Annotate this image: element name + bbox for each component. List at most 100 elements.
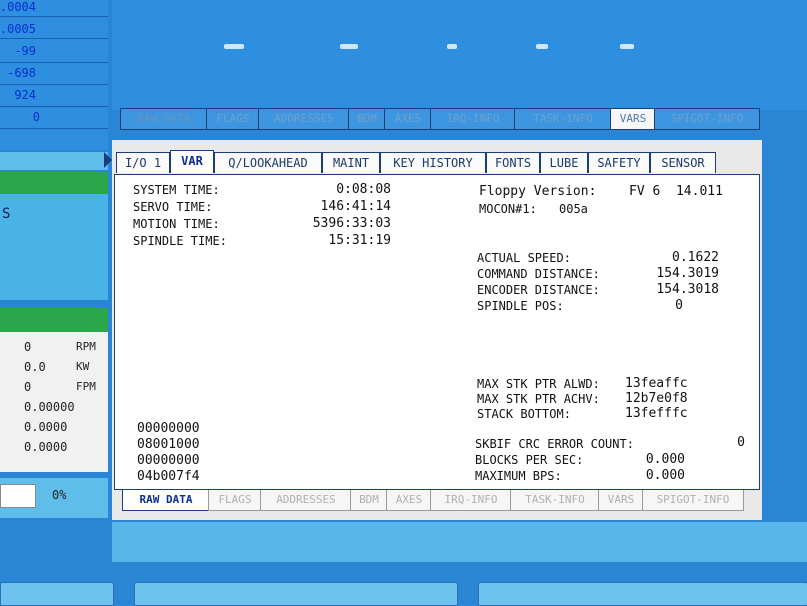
position-value: 0.0005 xyxy=(0,22,36,36)
var-info-panel: SYSTEM TIME: 0:08:08 SERVO TIME: 146:41:… xyxy=(114,174,760,490)
divider xyxy=(0,128,108,129)
main-tab-bar: I/O 1 VAR Q/LOOKAHEAD MAINT KEY HISTORY … xyxy=(112,150,762,176)
spindle-value: 0.0000 xyxy=(24,420,68,434)
tab-arrow-icon[interactable] xyxy=(104,152,112,168)
bottom-info-strip xyxy=(112,522,807,562)
skbif-crc-error-label: SKBIF CRC ERROR COUNT: xyxy=(475,437,634,451)
tab-vars-top[interactable]: VARS xyxy=(610,108,656,130)
hex-value: 00000000 xyxy=(137,453,200,468)
tab-io-1[interactable]: I/O 1 xyxy=(116,152,170,173)
tab-raw-data[interactable]: RAW DATA xyxy=(122,490,210,511)
tab-lube[interactable]: LUBE xyxy=(540,152,588,173)
tab-irq-info[interactable]: IRQ-INFO xyxy=(430,490,512,511)
tab-axes[interactable]: AXES xyxy=(386,490,432,511)
dash-mark xyxy=(620,44,634,49)
tab-axes-top[interactable]: AXES xyxy=(384,108,432,130)
tab-spigot-info-top[interactable]: SPIGOT-INFO xyxy=(654,108,760,130)
spindle-time-label: SPINDLE TIME: xyxy=(133,234,227,248)
tab-addresses-top[interactable]: ADDRESSES xyxy=(258,108,350,130)
spindle-pos-label: SPINDLE POS: xyxy=(477,299,564,313)
tab-sensor[interactable]: SENSOR xyxy=(650,152,716,173)
tab-flags[interactable]: FLAGS xyxy=(208,490,262,511)
dash-mark xyxy=(447,44,457,49)
blocks-per-sec-value: 0.000 xyxy=(645,452,685,467)
spindle-rpm-value: 0 xyxy=(24,340,32,354)
tab-fonts[interactable]: FONTS xyxy=(486,152,540,173)
position-value: -698 xyxy=(7,66,36,80)
left-info-box xyxy=(0,194,108,300)
spindle-time-value: 15:31:19 xyxy=(328,233,391,248)
tab-raw-data-top[interactable]: RAW DATA xyxy=(120,108,208,130)
mocon-label: MOCON#1: xyxy=(479,202,537,216)
servo-time-label: SERVO TIME: xyxy=(133,200,213,214)
top-header-panel xyxy=(112,0,807,110)
tab-maint[interactable]: MAINT xyxy=(322,152,380,173)
spindle-value: 0.00000 xyxy=(24,400,75,414)
position-value: -99 xyxy=(14,44,36,58)
encoder-distance-label: ENCODER DISTANCE: xyxy=(477,283,600,297)
dash-mark xyxy=(536,44,548,49)
motion-time-value: 5396:33:03 xyxy=(312,216,391,231)
stack-bottom-value: 13fefffc xyxy=(625,406,688,421)
actual-speed-label: ACTUAL SPEED: xyxy=(477,251,571,265)
floppy-version-label: Floppy Version: xyxy=(479,184,597,199)
rpm-unit: RPM xyxy=(76,340,96,353)
system-time-label: SYSTEM TIME: xyxy=(133,183,220,197)
hex-value: 08001000 xyxy=(137,437,200,452)
tab-bdm-top[interactable]: BDM xyxy=(348,108,386,130)
mocon-value: 005a xyxy=(559,202,588,216)
spindle-value: 0.0000 xyxy=(24,440,68,454)
blocks-per-sec-label: BLOCKS PER SEC: xyxy=(475,453,584,467)
tab-safety[interactable]: SAFETY xyxy=(588,152,650,173)
max-stk-ptr-achv-value: 12b7e0f8 xyxy=(625,391,688,406)
spindle-data-panel: 0 RPM 0.0 KW 0 FPM 0.00000 0.0000 0.0000 xyxy=(0,332,108,472)
tab-key-history[interactable]: KEY HISTORY xyxy=(380,152,486,173)
actual-speed-value: 0.1622 xyxy=(672,250,719,265)
stack-bottom-label: STACK BOTTOM: xyxy=(477,407,571,421)
tab-q-lookahead[interactable]: Q/LOOKAHEAD xyxy=(214,152,322,173)
spindle-fpm-value: 0 xyxy=(24,380,32,394)
max-stk-ptr-alwd-label: MAX STK PTR ALWD: xyxy=(477,377,600,391)
left-position-panel: 0.0004 0.0005 -99 -698 924 0 xyxy=(0,0,108,150)
soft-key-button[interactable] xyxy=(0,582,114,606)
override-input[interactable] xyxy=(0,484,36,508)
tab-task-info-top[interactable]: TASK-INFO xyxy=(514,108,612,130)
tab-vars[interactable]: VARS xyxy=(598,490,644,511)
divider xyxy=(0,62,108,63)
divider xyxy=(0,38,108,39)
spindle-kw-value: 0.0 xyxy=(24,360,46,374)
tab-var[interactable]: VAR xyxy=(170,150,214,173)
top-tab-bar: RAW DATA FLAGS ADDRESSES BDM AXES IRQ-IN… xyxy=(112,108,762,130)
motion-time-label: MOTION TIME: xyxy=(133,217,220,231)
tab-spigot-info[interactable]: SPIGOT-INFO xyxy=(642,490,744,511)
green-status-bar xyxy=(0,308,108,332)
tab-task-info[interactable]: TASK-INFO xyxy=(510,490,600,511)
dash-mark xyxy=(340,44,358,49)
s-label: S xyxy=(2,206,11,222)
position-value: 0.0004 xyxy=(0,0,36,14)
hex-value: 04b007f4 xyxy=(137,469,200,484)
divider xyxy=(0,16,108,17)
encoder-distance-value: 154.3018 xyxy=(656,282,719,297)
max-stk-ptr-achv-label: MAX STK PTR ACHV: xyxy=(477,392,600,406)
left-strip xyxy=(0,152,108,170)
skbif-crc-error-value: 0 xyxy=(737,435,745,450)
tab-addresses[interactable]: ADDRESSES xyxy=(260,490,352,511)
tab-flags-top[interactable]: FLAGS xyxy=(206,108,260,130)
maximum-bps-value: 0.000 xyxy=(645,468,685,483)
percent-readout: 0% xyxy=(52,488,67,502)
tab-irq-info-top[interactable]: IRQ-INFO xyxy=(430,108,516,130)
green-status-bar xyxy=(0,172,108,194)
servo-time-value: 146:41:14 xyxy=(320,199,391,214)
bottom-tab-bar: RAW DATA FLAGS ADDRESSES BDM AXES IRQ-IN… xyxy=(112,490,762,512)
divider xyxy=(0,106,108,107)
soft-key-button[interactable] xyxy=(478,582,807,606)
command-distance-label: COMMAND DISTANCE: xyxy=(477,267,600,281)
tab-bdm[interactable]: BDM xyxy=(350,490,388,511)
hex-value: 00000000 xyxy=(137,421,200,436)
position-value: 0 xyxy=(32,110,40,124)
divider xyxy=(0,84,108,85)
fpm-unit: FPM xyxy=(76,380,96,393)
soft-key-button[interactable] xyxy=(134,582,458,606)
spindle-pos-value: 0 xyxy=(675,298,683,313)
